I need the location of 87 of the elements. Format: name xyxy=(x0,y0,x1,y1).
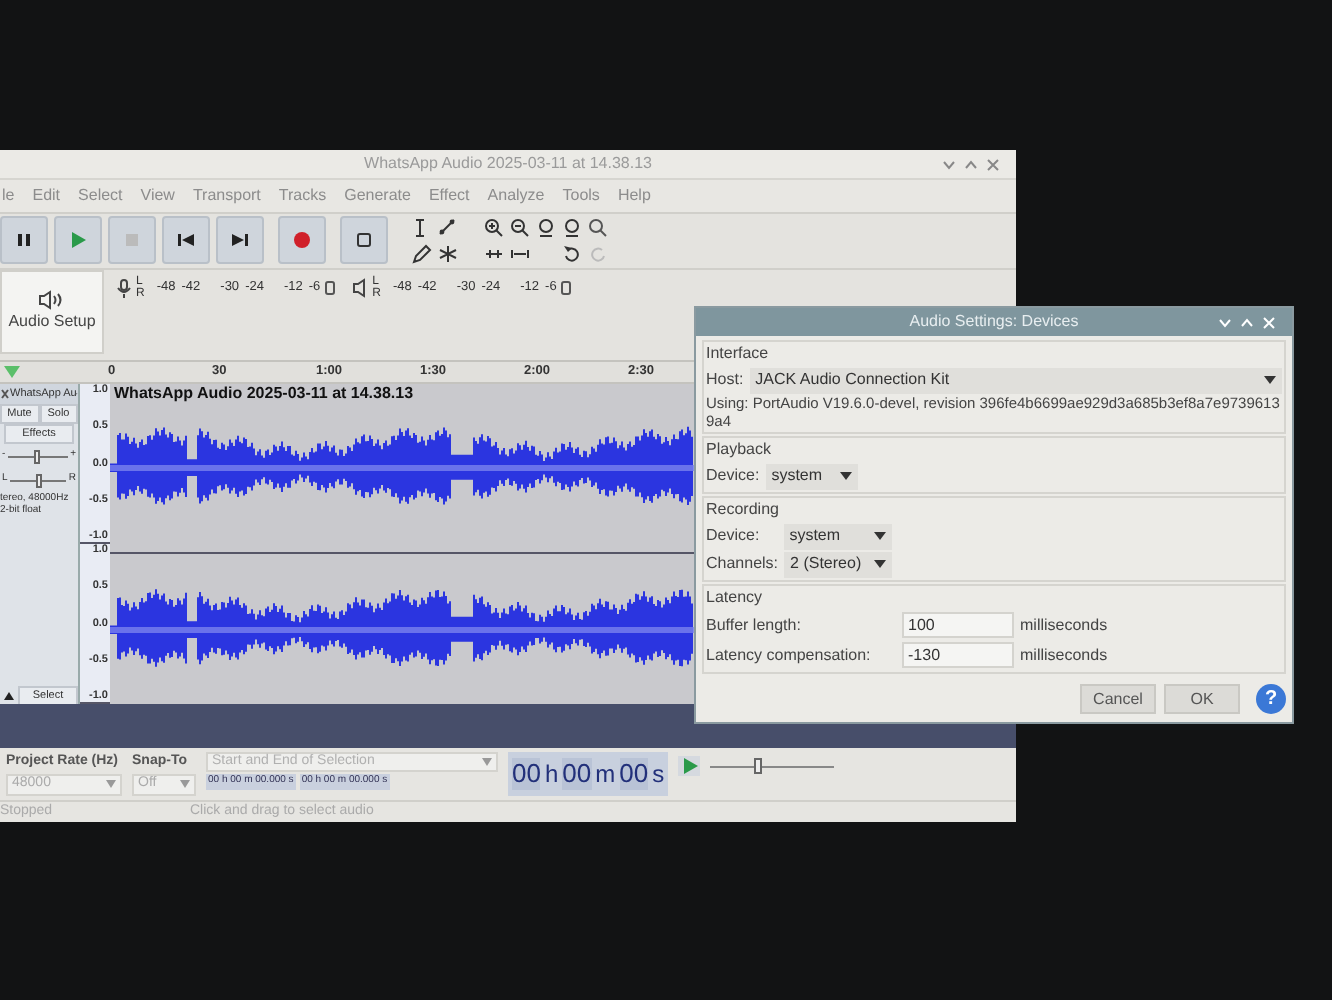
skip-start-icon xyxy=(176,230,196,251)
dialog-button[interactable]: OK xyxy=(1164,684,1240,714)
dialog-button[interactable]: Cancel xyxy=(1080,684,1156,714)
time-unit: m xyxy=(595,758,616,791)
section-heading: Latency xyxy=(704,586,765,610)
menu-item[interactable]: Analyze xyxy=(487,184,545,209)
time-digits: 00 xyxy=(619,758,649,791)
zoom-fit-icon xyxy=(562,217,582,238)
undo-icon xyxy=(562,243,582,264)
zoom-out-icon xyxy=(510,217,530,238)
time-unit: h xyxy=(544,758,559,791)
menu-item[interactable]: Tracks xyxy=(278,184,327,209)
minimize-icon xyxy=(1218,315,1232,329)
menu-item[interactable]: Generate xyxy=(344,184,411,209)
play-icon xyxy=(68,230,88,251)
menu-item[interactable]: Tools xyxy=(562,184,600,209)
field-label: Host: xyxy=(706,368,744,392)
pause-icon xyxy=(14,230,34,251)
clip-title: WhatsApp Audio 2025-03-11 at 14.38.13 xyxy=(114,384,414,405)
stop-icon xyxy=(122,230,142,251)
unit-label: milliseconds xyxy=(1020,643,1108,667)
pencil-icon xyxy=(412,243,432,264)
minimize-icon xyxy=(942,157,956,172)
close-icon xyxy=(0,386,10,403)
menu-item[interactable]: Select xyxy=(78,184,123,209)
field-label: Buffer length: xyxy=(706,613,803,637)
tool-button[interactable] xyxy=(560,241,584,266)
dropdown[interactable]: system xyxy=(765,463,858,489)
toolbar-button[interactable] xyxy=(340,216,388,265)
toolbar-button[interactable] xyxy=(216,216,264,265)
menu-item[interactable]: Edit xyxy=(32,184,61,209)
time-unit: s xyxy=(652,758,665,791)
redo-icon xyxy=(588,243,608,264)
envelope-icon xyxy=(438,217,458,238)
tool-button[interactable] xyxy=(436,215,460,240)
dropdown[interactable]: system xyxy=(783,523,892,549)
maximize-icon xyxy=(964,157,978,172)
field-label: Device: xyxy=(706,524,760,548)
toolbar-button[interactable] xyxy=(0,216,48,265)
section-heading: Recording xyxy=(704,498,781,522)
close-icon xyxy=(986,157,1000,172)
microphone-icon xyxy=(116,277,132,298)
play-at-speed-button[interactable] xyxy=(678,756,701,777)
time-digits: 00 xyxy=(562,758,592,791)
tool-button[interactable] xyxy=(482,215,506,240)
handle-icon xyxy=(560,279,573,296)
tool-button[interactable] xyxy=(410,241,434,266)
unit-label: milliseconds xyxy=(1020,613,1108,637)
speaker-icon xyxy=(38,289,66,310)
tool-button[interactable] xyxy=(586,215,610,240)
field-label: Channels: xyxy=(706,552,779,576)
help-button[interactable]: ? xyxy=(1256,684,1286,714)
section-heading: Playback xyxy=(704,438,773,462)
field-label: Device: xyxy=(706,464,760,488)
zoom-in-icon xyxy=(484,217,504,238)
maximize-icon xyxy=(1240,315,1254,329)
tool-button[interactable] xyxy=(436,241,460,266)
section-heading: Interface xyxy=(704,342,771,366)
zoom-toggle-icon xyxy=(588,217,608,238)
menu-item[interactable]: Help xyxy=(617,184,651,209)
menu-item[interactable]: View xyxy=(140,184,175,209)
zoom-fit-icon xyxy=(536,217,556,238)
tool-button[interactable] xyxy=(560,215,584,240)
tool-button[interactable] xyxy=(534,215,558,240)
toolbar-button[interactable] xyxy=(162,216,210,265)
handle-icon xyxy=(324,279,337,296)
field-label: Latency compensation: xyxy=(706,643,873,667)
record-icon xyxy=(292,230,312,251)
dropdown[interactable]: JACK Audio Connection Kit xyxy=(749,367,1282,393)
dialog-title: Audio Settings: Devices xyxy=(909,310,1079,334)
close-icon xyxy=(1262,315,1276,329)
asterisk-icon xyxy=(438,243,458,264)
collapse-icon xyxy=(4,691,14,700)
window-title: WhatsApp Audio 2025-03-11 at 14.38.13 xyxy=(364,152,652,177)
skip-end-icon xyxy=(230,230,250,251)
triangle-icon xyxy=(2,364,22,381)
menu-item[interactable]: Effect xyxy=(428,184,470,209)
tool-button[interactable] xyxy=(508,215,532,240)
dropdown[interactable]: 2 (Stereo) xyxy=(784,551,893,577)
menu-item[interactable]: Transport xyxy=(192,184,261,209)
audio-setup-button[interactable]: Audio Setup xyxy=(0,269,104,354)
play-icon xyxy=(681,758,698,775)
input-field[interactable]: -130 xyxy=(902,642,1014,668)
menu-item[interactable]: le xyxy=(2,184,15,209)
speaker-icon xyxy=(352,277,369,298)
time-digits: 00 xyxy=(512,758,541,791)
input-field[interactable]: 100 xyxy=(902,612,1014,638)
